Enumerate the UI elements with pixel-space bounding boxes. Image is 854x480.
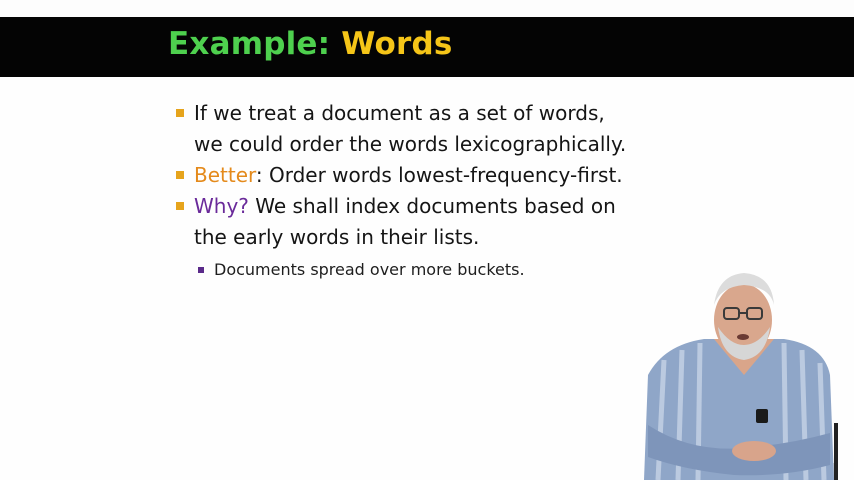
slide-title-part1: Example: [168, 26, 331, 62]
bullet-square-icon [176, 171, 184, 179]
bullet-item-1: If we treat a document as a set of words… [176, 98, 696, 160]
presenter-video-icon [644, 273, 838, 480]
bullet-3-keyword: Why? [194, 194, 249, 218]
bullet-1-line2: we could order the words lexicographical… [194, 132, 627, 156]
slide-title-part2: Words [341, 26, 453, 62]
bullet-2-text: : Order words lowest-frequency-first. [255, 163, 623, 187]
bullet-square-icon [176, 202, 184, 210]
sub-bullet-item: Documents spread over more buckets. [198, 259, 525, 281]
title-bar: Example: Words [0, 17, 854, 77]
bullet-1-line1: If we treat a document as a set of words… [194, 101, 605, 125]
bullet-item-3: Why? We shall index documents based on t… [176, 191, 696, 253]
bullet-list: If we treat a document as a set of words… [176, 98, 696, 253]
bullet-item-2: Better: Order words lowest-frequency-fir… [176, 160, 696, 191]
video-frame: Example: Words If we treat a document as… [0, 0, 854, 480]
sub-bullet-text: Documents spread over more buckets. [214, 260, 525, 279]
bullet-square-icon [176, 109, 184, 117]
bullet-2-keyword: Better [194, 163, 256, 187]
bullet-3-line2: the early words in their lists. [194, 225, 480, 249]
top-strip [0, 0, 854, 17]
slide-title: Example: Words [168, 26, 453, 62]
bullet-3-line1: We shall index documents based on [248, 194, 616, 218]
sub-bullet-square-icon [198, 267, 204, 273]
